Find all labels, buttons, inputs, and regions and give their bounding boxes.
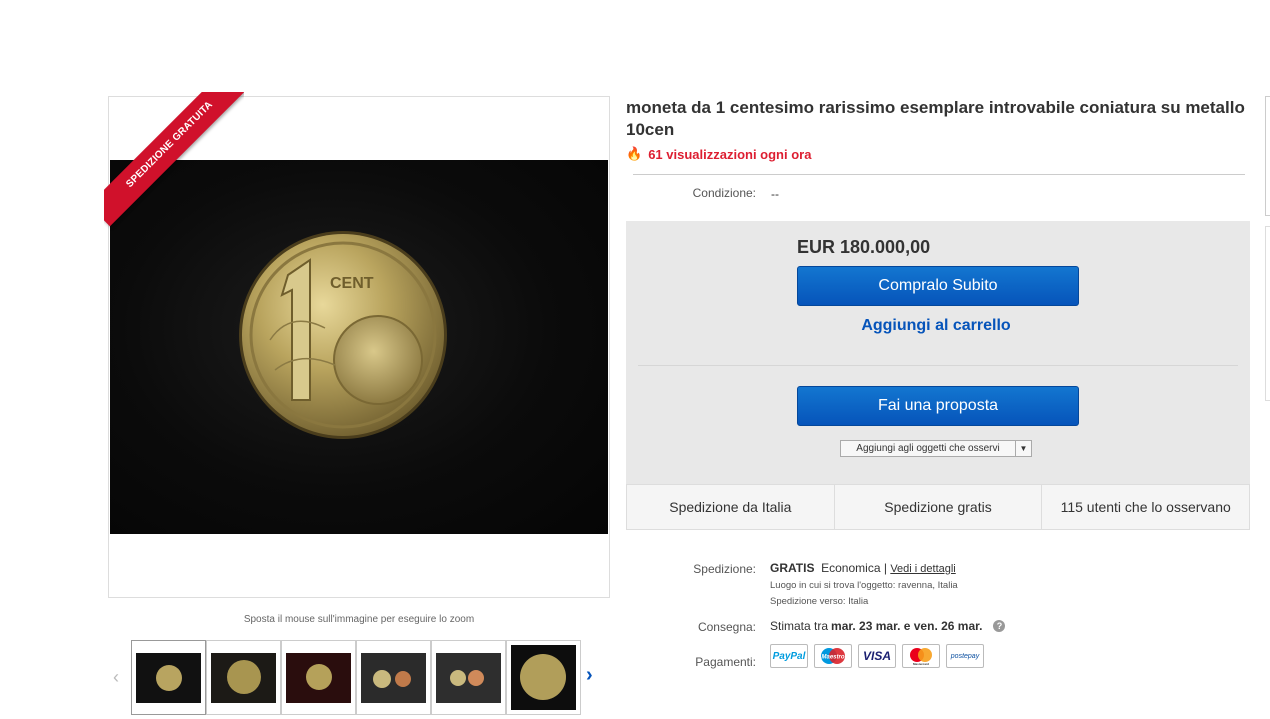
payments-label: Pagamenti: <box>695 655 756 669</box>
shipping-service: Economica <box>821 561 881 575</box>
zoom-hint: Sposta il mouse sull'immagine per esegui… <box>243 614 475 625</box>
ships-to: Spedizione verso: Italia <box>770 596 869 607</box>
shipping-price: GRATIS <box>770 561 815 575</box>
delivery-info: Stimata tra mar. 23 mar. e ven. 26 mar. … <box>770 619 1006 633</box>
thumbnail-1[interactable] <box>131 640 206 715</box>
buy-now-button[interactable]: Compralo Subito <box>797 266 1079 306</box>
thumbnail-strip <box>131 640 581 715</box>
watch-label[interactable]: Aggiungi agli oggetti che osservi <box>841 441 1015 456</box>
paypal-icon: PayPal <box>770 644 808 668</box>
visa-icon: VISA <box>858 644 896 668</box>
views-text: 61 visualizzazioni ogni ora <box>648 146 812 162</box>
thumbnail-2[interactable] <box>206 640 281 715</box>
shipping-separator: | <box>883 561 887 575</box>
delivery-range: mar. 23 mar. e ven. 26 mar. <box>831 619 983 633</box>
thumbnail-5[interactable] <box>431 640 506 715</box>
delivery-label: Consegna: <box>697 620 756 634</box>
item-location: Luogo in cui si trova l'oggetto: ravenna… <box>770 580 958 591</box>
free-shipping-ribbon: SPEDIZIONE GRATUITA <box>104 92 244 232</box>
svg-text:Mastercard: Mastercard <box>913 662 929 666</box>
shipping-info: GRATIS Economica | Vedi i dettagli <box>770 561 956 575</box>
ribbon-text: SPEDIZIONE GRATUITA <box>104 92 244 227</box>
thumbnail-4[interactable] <box>356 640 431 715</box>
listing-title: moneta da 1 centesimo rarissimo esemplar… <box>626 98 1245 139</box>
shipping-label: Spedizione: <box>693 562 756 576</box>
mastercard-icon: Mastercard <box>902 644 940 668</box>
thumbs-prev-icon[interactable]: ‹ <box>113 667 119 688</box>
info-watchers: 115 utenti che lo osservano <box>1060 499 1231 515</box>
payment-methods: PayPal Maestro VISA Mastercard postepay <box>770 644 990 668</box>
price: EUR 180.000,00 <box>797 237 931 257</box>
thumbs-next-icon[interactable]: › <box>586 664 593 687</box>
views-indicator: 🔥 61 visualizzazioni ogni ora <box>626 146 811 162</box>
delivery-prefix: Stimata tra <box>770 619 829 633</box>
svg-text:Maestro: Maestro <box>821 655 844 661</box>
postepay-icon: postepay <box>946 644 984 668</box>
condition-value: -- <box>771 187 779 201</box>
help-icon[interactable]: ? <box>993 620 1006 632</box>
info-bar: Spedizione da Italia Spedizione gratis 1… <box>626 484 1250 530</box>
add-to-cart-link[interactable]: Aggiungi al carrello <box>797 317 1075 335</box>
chevron-down-icon[interactable]: ▼ <box>1015 441 1031 456</box>
shipping-details-link[interactable]: Vedi i dettagli <box>890 563 955 575</box>
side-panel-edge <box>1265 96 1270 216</box>
svg-text:CENT: CENT <box>330 275 374 292</box>
divider <box>638 365 1238 366</box>
add-to-watchlist-button[interactable]: Aggiungi agli oggetti che osservi ▼ <box>840 440 1032 457</box>
info-free-shipping: Spedizione gratis <box>835 485 1043 529</box>
maestro-icon: Maestro <box>814 644 852 668</box>
make-offer-button[interactable]: Fai una proposta <box>797 386 1079 426</box>
info-ships-from: Spedizione da Italia <box>627 485 835 529</box>
thumbnail-6[interactable] <box>506 640 581 715</box>
thumbnail-3[interactable] <box>281 640 356 715</box>
side-panel-edge <box>1265 226 1270 401</box>
condition-label: Condizione: <box>692 186 756 200</box>
flame-icon: 🔥 <box>626 146 643 161</box>
divider <box>633 174 1245 175</box>
